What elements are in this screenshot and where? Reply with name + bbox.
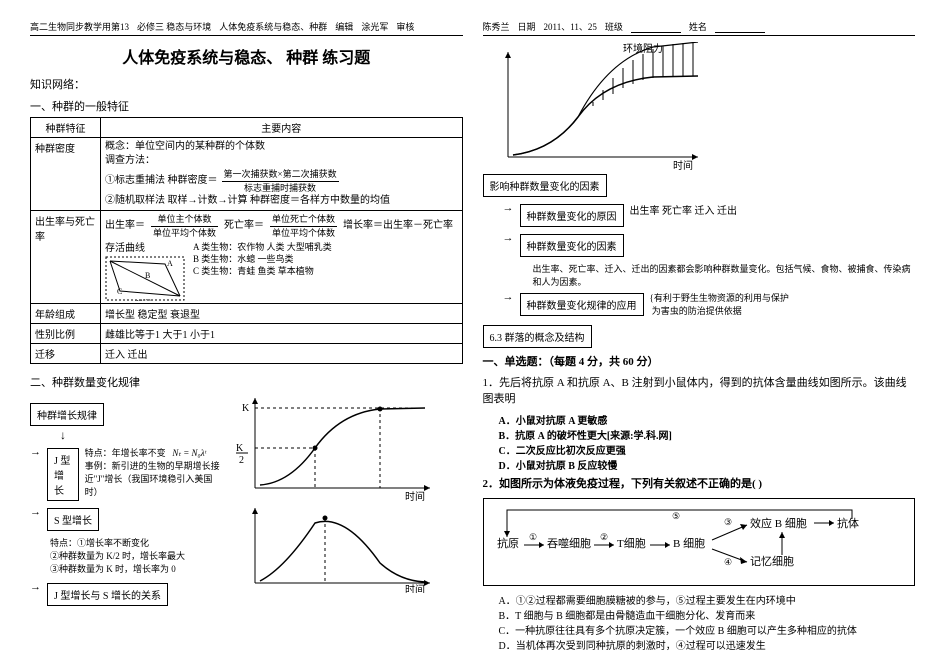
- cell-migration: 迁移: [31, 344, 101, 364]
- q2-opt-d: D．当机体再次受到同种抗原的刺激时，④过程可以迅速发生: [499, 637, 916, 652]
- s-feat1: 特点：①增长率不断变化: [50, 536, 220, 549]
- q2-opt-b: B．T 细胞与 B 细胞都是由骨髓造血干细胞分化、发育而来: [499, 607, 916, 622]
- th-content: 主要内容: [101, 118, 463, 138]
- density-fraction: 第一次捕获数×第二次捕获数 标志重捕时捕获数: [222, 168, 339, 194]
- svg-text:C: C: [117, 287, 122, 296]
- reviewer-label: 审核: [396, 20, 414, 33]
- page-header-right: 陈秀兰 日期 2011、11、25 班级 姓名: [483, 20, 916, 36]
- svg-text:抗原: 抗原: [497, 536, 519, 550]
- immune-flow-diagram: 抗原 ① 吞噬细胞 ② T细胞 B 细胞 ③ 效应 B 细胞 抗体 ④ 记忆细胞: [483, 498, 916, 586]
- section-6-3: 6.3 群落的概念及结构: [483, 325, 592, 348]
- s-growth-box: S 型增长: [47, 508, 99, 531]
- characteristics-table: 种群特征 主要内容 种群密度 概念：单位空间内的某种群的个体数 调查方法： ①标…: [30, 117, 463, 364]
- svg-text:B 细胞: B 细胞: [673, 537, 705, 550]
- cell-sex-ratio: 雌雄比等于1 大于1 小于1: [101, 324, 463, 344]
- svg-text:K: K: [242, 403, 250, 414]
- svg-text:吞噬细胞: 吞噬细胞: [547, 536, 591, 550]
- table-row: 种群密度 概念：单位空间内的某种群的个体数 调查方法： ①标志重捕法 种群密度＝…: [31, 138, 463, 211]
- svg-text:K: K: [236, 443, 244, 454]
- cell-age: 年龄组成: [31, 304, 101, 324]
- date-label: 日期: [518, 20, 536, 33]
- q1-opt-d: D．小鼠对抗原 B 反应较慢: [499, 457, 916, 472]
- svg-text:T细胞: T细胞: [617, 537, 646, 550]
- section-1: 一、种群的一般特征: [30, 98, 463, 114]
- j-growth-box: J 型增长: [47, 448, 79, 501]
- table-row: 年龄组成 增长型 稳定型 衰退型: [31, 304, 463, 324]
- svg-text:2: 2: [239, 455, 244, 466]
- reviewer-name: 陈秀兰: [483, 20, 510, 33]
- table-row: 出生率与死亡率 出生率＝ 单位主个体数单位平均个体数 死亡率＝ 单位死亡个体数单…: [31, 211, 463, 304]
- th-trait: 种群特征: [31, 118, 101, 138]
- knowledge-net-label: 知识网络：: [30, 76, 463, 92]
- cell-age-types: 增长型 稳定型 衰退型: [101, 304, 463, 324]
- q2-opt-a: A．①②过程都需要细胞膜糖被的参与，⑤过程主要发生在内环境中: [499, 592, 916, 607]
- svg-text:②: ②: [600, 532, 608, 542]
- relation-box: J 型增长与 S 增长的关系: [47, 583, 168, 606]
- q1-opt-a: A．小鼠对抗原 A 更敏感: [499, 412, 916, 427]
- s-feat2: ②种群数量为 K/2 时，增长率最大: [50, 549, 220, 562]
- question-1: 1．先后将抗原 A 和抗原 A、B 注射到小鼠体内，得到的抗体含量曲线如图所示。…: [483, 375, 916, 408]
- cell-sex: 性别比例: [31, 324, 101, 344]
- section-2: 二、种群数量变化规律: [30, 374, 463, 390]
- svg-text:A: A: [167, 259, 173, 268]
- app-box: 种群数量变化规律的应用: [520, 293, 644, 316]
- cell-migration-types: 迁入 迁出: [101, 344, 463, 364]
- factors-title-box: 影响种群数量变化的因素: [483, 174, 607, 197]
- survival-curve-icon: A B C 时间: [105, 256, 185, 301]
- page-header: 高二生物同步教学用第13 必修三 稳态与环境 人体免疫系统与稳态、种群 编辑 涂…: [30, 20, 463, 36]
- env-resist-label: 环境阻力: [623, 42, 663, 55]
- date: 2011、11、25: [544, 20, 597, 33]
- svg-text:①: ①: [529, 532, 537, 542]
- svg-text:效应 B 细胞: 效应 B 细胞: [750, 516, 807, 530]
- env-resistance-chart: 环境阻力 时间: [483, 42, 713, 172]
- editor-label: 编辑: [335, 20, 353, 33]
- mcq-header: 一、单选题：（每题 4 分，共 60 分）: [483, 354, 916, 371]
- j-formula: Nₜ = N₀λᵗ: [172, 448, 206, 458]
- svg-text:B: B: [145, 271, 150, 280]
- svg-text:时间: 时间: [135, 298, 151, 301]
- module: 必修三 稳态与环境: [137, 20, 211, 33]
- growth-rate-chart: 时间: [230, 503, 440, 593]
- method-2: ②随机取样法 取样→计数→计算 种群密度＝各样方中数量的均值: [105, 194, 458, 208]
- arrow-down-icon: ↓: [60, 428, 220, 443]
- survival-curve-label: 存活曲线: [105, 242, 185, 256]
- svg-text:时间: 时间: [673, 159, 693, 172]
- flow-root: 种群增长规律: [30, 403, 104, 426]
- type-c: C 类生物：青蛙 鱼类 草本植物: [193, 266, 332, 278]
- density-concept: 概念：单位空间内的某种群的个体数: [105, 140, 458, 154]
- q1-opt-c: C．二次反应比初次反应更强: [499, 442, 916, 457]
- j-example: 事例：新引进的生物的早期增长接近"J"增长（我国环境稳引入美国时）: [85, 459, 220, 498]
- name-label: 姓名: [689, 20, 707, 33]
- s-feat3: ③种群数量为 K 时，增长率为 0: [50, 562, 220, 575]
- svg-text:④: ④: [724, 557, 732, 567]
- svg-text:时间: 时间: [405, 583, 425, 593]
- class-label: 班级: [605, 20, 623, 33]
- factor-items: 出生率、死亡率、迁入、迁出的因素都会影响种群数量变化。包括气候、食物、被捕食、传…: [533, 262, 916, 288]
- svg-text:时间: 时间: [405, 490, 425, 503]
- type-a: A 类生物：农作物 人类 大型哺乳类: [193, 242, 332, 254]
- page-title: 人体免疫系统与稳态、 种群 练习题: [30, 44, 463, 68]
- editor: 涂光军: [361, 20, 388, 33]
- method-1: ①标志重捕法 种群密度＝: [105, 174, 218, 188]
- cell-birth-death: 出生率与死亡率: [31, 211, 101, 304]
- cause-items: 出生率 死亡率 迁入 迁出: [630, 202, 738, 217]
- chapter: 人体免疫系统与稳态、种群: [219, 20, 327, 33]
- svg-text:抗体: 抗体: [837, 516, 859, 530]
- factor-box2: 种群数量变化的因素: [520, 234, 624, 257]
- type-b: B 类生物：水螅 一些鸟类: [193, 254, 332, 266]
- cell-density: 种群密度: [31, 138, 101, 211]
- q1-opt-b: B．抗原 A 的破坏性更大[来源:学.科.网]: [499, 427, 916, 442]
- density-method: 调查方法：: [105, 154, 458, 168]
- cause-box: 种群数量变化的原因: [520, 204, 624, 227]
- table-row: 性别比例 雌雄比等于1 大于1 小于1: [31, 324, 463, 344]
- svg-text:⑤: ⑤: [672, 511, 680, 521]
- q2-opt-c: C．一种抗原往往具有多个抗原决定簇，一个效应 B 细胞可以产生多种相应的抗体: [499, 622, 916, 637]
- question-2: 2．如图所示为体液免疫过程，下列有关叙述不正确的是( ): [483, 476, 916, 493]
- svg-text:③: ③: [724, 517, 732, 527]
- table-row: 迁移 迁入 迁出: [31, 344, 463, 364]
- course: 高二生物同步教学用第13: [30, 20, 129, 33]
- svg-text:记忆细胞: 记忆细胞: [750, 555, 794, 568]
- s-curve-chart: K K 2 时间: [230, 393, 440, 503]
